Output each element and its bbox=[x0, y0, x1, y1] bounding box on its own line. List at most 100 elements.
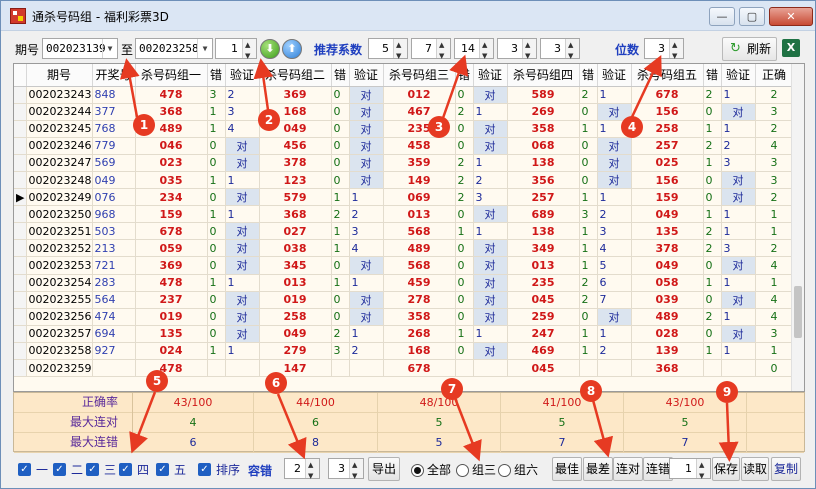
kill-group-cell[interactable]: 049 bbox=[631, 256, 704, 275]
kill-group-cell[interactable]: 038 bbox=[259, 239, 332, 258]
copy-button[interactable]: 复制 bbox=[771, 457, 801, 481]
error-count-cell[interactable]: 1 bbox=[207, 342, 226, 361]
verify-cell[interactable]: 3 bbox=[721, 154, 756, 172]
verify-cell[interactable]: 对 bbox=[721, 291, 756, 309]
draw-number-cell[interactable]: 927 bbox=[92, 342, 136, 361]
correct-count-cell[interactable]: 1 bbox=[755, 205, 794, 224]
kill-group-cell[interactable]: 138 bbox=[507, 222, 580, 241]
refresh-button[interactable]: ↻ 刷新 bbox=[722, 37, 777, 61]
spin-arrows-icon[interactable] bbox=[669, 36, 683, 66]
verify-cell[interactable]: 对 bbox=[225, 137, 260, 155]
table-row[interactable]: 002023245 768 489 1 4 049 0 对 235 0 对 358 1 1 258 1 1 2 bbox=[14, 120, 794, 138]
correct-count-cell[interactable]: 1 bbox=[755, 222, 794, 241]
error-count-cell[interactable]: 2 bbox=[703, 222, 722, 241]
column-header[interactable]: 错 bbox=[579, 64, 598, 87]
verify-cell[interactable]: 对 bbox=[349, 120, 384, 138]
error-count-cell[interactable]: 0 bbox=[455, 342, 474, 361]
error-count-cell[interactable]: 1 bbox=[579, 120, 598, 138]
column-header[interactable]: 杀号码组四 bbox=[507, 64, 580, 87]
period-cell[interactable]: 002023247 bbox=[26, 154, 93, 172]
kill-group-cell[interactable]: 234 bbox=[135, 188, 208, 207]
save-button[interactable]: 保存 bbox=[712, 457, 740, 481]
kill-group-cell[interactable]: 478 bbox=[135, 274, 208, 292]
row-indicator[interactable] bbox=[14, 308, 27, 326]
row-indicator[interactable] bbox=[14, 222, 27, 241]
verify-cell[interactable]: 6 bbox=[597, 274, 632, 292]
kill-group-cell[interactable]: 139 bbox=[631, 342, 704, 361]
column-header[interactable]: 期号 bbox=[26, 64, 93, 87]
error-count-cell[interactable] bbox=[455, 359, 474, 378]
row-indicator[interactable] bbox=[14, 137, 27, 155]
error-count-cell[interactable]: 0 bbox=[703, 325, 722, 343]
verify-cell[interactable]: 1 bbox=[721, 120, 756, 138]
error-count-cell[interactable]: 0 bbox=[331, 256, 350, 275]
error-count-cell[interactable]: 0 bbox=[207, 188, 226, 207]
table-row[interactable]: 002023248 049 035 1 1 123 0 对 149 2 2 356 0 对 156 0 对 3 bbox=[14, 171, 794, 190]
error-count-cell[interactable]: 0 bbox=[455, 205, 474, 224]
draw-number-cell[interactable]: 213 bbox=[92, 239, 136, 258]
period-cell[interactable]: 002023246 bbox=[26, 137, 93, 155]
error-count-cell[interactable]: 1 bbox=[703, 120, 722, 138]
error-count-cell[interactable]: 0 bbox=[455, 291, 474, 309]
draw-number-cell[interactable]: 569 bbox=[92, 154, 136, 172]
verify-cell[interactable]: 1 bbox=[473, 103, 508, 121]
consecutive-count-stepper[interactable]: 1 bbox=[669, 456, 711, 486]
scrollbar-thumb[interactable] bbox=[794, 286, 802, 338]
verify-cell[interactable]: 1 bbox=[473, 222, 508, 241]
kill-group-cell[interactable]: 247 bbox=[507, 325, 580, 343]
kill-group-cell[interactable]: 013 bbox=[507, 256, 580, 275]
verify-cell[interactable]: 对 bbox=[225, 239, 260, 258]
kill-group-cell[interactable]: 135 bbox=[135, 325, 208, 343]
verify-cell[interactable]: 对 bbox=[473, 274, 508, 292]
error-count-cell[interactable]: 0 bbox=[579, 154, 598, 172]
verify-cell[interactable]: 1 bbox=[349, 188, 384, 207]
position-stepper[interactable]: 3 bbox=[644, 36, 684, 66]
period-cell[interactable]: 002023243 bbox=[26, 86, 93, 104]
kill-group-cell[interactable]: 568 bbox=[383, 222, 456, 241]
verify-cell[interactable]: 7 bbox=[597, 291, 632, 309]
verify-cell[interactable]: 1 bbox=[225, 171, 260, 190]
column-header[interactable]: 错 bbox=[207, 64, 226, 87]
read-button[interactable]: 读取 bbox=[741, 457, 769, 481]
radio-group-six[interactable]: 组六 bbox=[498, 462, 538, 478]
error-count-cell[interactable]: 0 bbox=[331, 291, 350, 309]
verify-cell[interactable]: 4 bbox=[225, 120, 260, 138]
error-count-cell[interactable]: 0 bbox=[455, 308, 474, 326]
sort-checkbox[interactable]: 排序 bbox=[198, 462, 240, 478]
kill-group-cell[interactable]: 068 bbox=[507, 137, 580, 155]
column-header[interactable]: 验证 bbox=[349, 64, 384, 87]
kill-group-cell[interactable]: 368 bbox=[631, 359, 704, 378]
verify-cell[interactable]: 3 bbox=[225, 103, 260, 121]
verify-cell[interactable]: 3 bbox=[473, 188, 508, 207]
kill-group-cell[interactable]: 678 bbox=[383, 359, 456, 378]
verify-cell[interactable]: 1 bbox=[721, 342, 756, 361]
error-count-cell[interactable]: 0 bbox=[455, 137, 474, 155]
verify-cell[interactable]: 1 bbox=[225, 342, 260, 361]
export-button[interactable]: 导出 bbox=[368, 457, 400, 481]
verify-cell[interactable] bbox=[597, 359, 632, 378]
kill-group-cell[interactable]: 257 bbox=[507, 188, 580, 207]
kill-group-cell[interactable]: 019 bbox=[259, 291, 332, 309]
kill-group-cell[interactable]: 058 bbox=[631, 274, 704, 292]
verify-cell[interactable]: 对 bbox=[597, 308, 632, 326]
radio-group-three[interactable]: 组三 bbox=[456, 462, 496, 478]
period-cell[interactable]: 002023244 bbox=[26, 103, 93, 121]
column-header[interactable]: 错 bbox=[455, 64, 474, 87]
kill-group-cell[interactable]: 268 bbox=[383, 325, 456, 343]
error-count-cell[interactable]: 0 bbox=[455, 256, 474, 275]
draw-number-cell[interactable]: 283 bbox=[92, 274, 136, 292]
kill-group-cell[interactable]: 049 bbox=[631, 205, 704, 224]
draw-number-cell[interactable]: 968 bbox=[92, 205, 136, 224]
error-count-cell[interactable]: 1 bbox=[455, 325, 474, 343]
error-count-cell[interactable]: 1 bbox=[579, 256, 598, 275]
error-count-cell[interactable]: 2 bbox=[703, 86, 722, 104]
error-count-cell[interactable]: 0 bbox=[331, 103, 350, 121]
group-1-checkbox[interactable]: 一 bbox=[18, 462, 48, 478]
error-count-cell[interactable]: 2 bbox=[703, 137, 722, 155]
error-count-cell[interactable]: 1 bbox=[207, 274, 226, 292]
maximize-button[interactable]: ▢ bbox=[739, 7, 765, 26]
coef-stepper-5[interactable]: 3 bbox=[540, 36, 580, 66]
spin-arrows-icon[interactable] bbox=[522, 36, 536, 66]
error-count-cell[interactable]: 0 bbox=[207, 256, 226, 275]
error-count-cell[interactable]: 2 bbox=[703, 308, 722, 326]
